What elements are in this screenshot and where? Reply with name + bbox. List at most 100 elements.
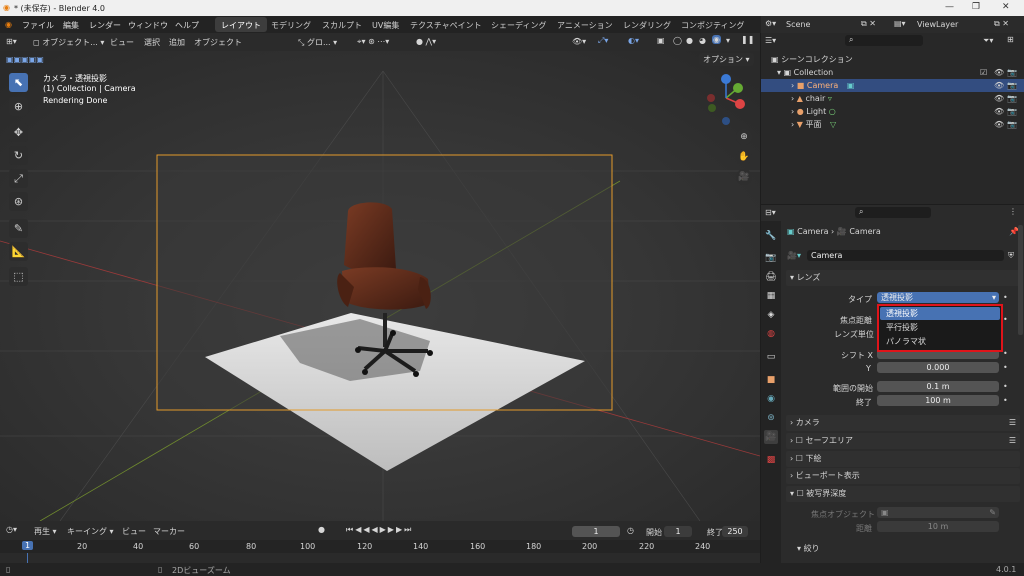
scene-name[interactable]: Scene [786, 20, 810, 29]
expand-arrow-icon[interactable]: › [761, 120, 794, 129]
transform-orientation[interactable]: ⤡ グロ... ▾ [298, 37, 337, 48]
outliner-collection[interactable]: ▾ ▣ Collection ☑ 👁 📷 [761, 66, 1024, 79]
shading-options-icon[interactable]: ▾ [726, 36, 730, 45]
current-frame-field[interactable]: 1 [572, 526, 620, 537]
select-mode-buttons[interactable]: ▣▣▣▣▣ [6, 55, 46, 67]
outliner-item-camera[interactable]: › ■ Camera ▣ 👁 📷 [761, 79, 1024, 92]
viewlayer-name[interactable]: ViewLayer [917, 20, 958, 29]
menu-view[interactable]: ビュー [110, 37, 134, 48]
menu-file[interactable]: ファイル [22, 20, 54, 31]
outliner-scene-collection[interactable]: ▣ シーンコレクション [761, 53, 1024, 66]
keyframe-dot-icon[interactable]: • [1003, 293, 1008, 302]
select-mode-icon[interactable]: ▣▣▣▣▣ [6, 55, 44, 64]
outliner-item-plane[interactable]: › ▼ 平面 ▽ 👁 📷 [761, 118, 1024, 131]
tab-uv-editing[interactable]: UV編集 [366, 17, 405, 32]
tab-texture-paint[interactable]: テクスチャペイント [404, 17, 488, 32]
expand-arrow-icon[interactable]: › [761, 107, 794, 116]
collection-tab-icon[interactable]: ▭ [764, 350, 778, 364]
menu-keying[interactable]: キーイング ▾ [67, 526, 114, 537]
menu-render[interactable]: レンダー [89, 20, 121, 31]
distance-field[interactable]: 10 m [877, 521, 999, 532]
scene-tab-icon[interactable]: ◈ [764, 308, 778, 322]
visibility-eye-icon[interactable]: 👁 [994, 105, 1004, 118]
pan-hand-icon[interactable]: ✋ [736, 149, 752, 165]
viewport-display-section-header[interactable]: › ビューポート表示 [786, 468, 1020, 484]
menu-window[interactable]: ウィンドウ [128, 20, 168, 31]
expand-arrow-icon[interactable]: › [761, 94, 794, 103]
tool-tab-icon[interactable]: 🔧 [764, 229, 778, 243]
tab-compositing[interactable]: コンポジティング [675, 17, 751, 32]
tab-shading[interactable]: シェーディング [485, 17, 552, 32]
render-camera-icon[interactable]: 📷 [1007, 66, 1017, 79]
menu-help[interactable]: ヘルプ [175, 20, 199, 31]
tab-rendering[interactable]: レンダリング [617, 17, 677, 32]
visibility-eye-icon[interactable]: 👁 [994, 66, 1004, 79]
outliner-item-chair[interactable]: › ▲ chair ▿ 👁 📷 [761, 92, 1024, 105]
new-collection-icon[interactable]: ⊞ [1007, 35, 1014, 44]
options-button[interactable]: オプション ▾ [699, 53, 754, 66]
physics-tab-icon[interactable]: ◉ [764, 392, 778, 406]
tool-move-icon[interactable]: ✥ [9, 123, 28, 142]
3d-viewport[interactable]: カメラ・透視投影 (1) Collection | Camera Renderi… [0, 51, 760, 521]
mode-selector[interactable]: ◻ オブジェクト... ▾ [33, 37, 104, 48]
properties-search-input[interactable]: ⌕ [855, 207, 931, 218]
output-tab-icon[interactable]: 🖨 [764, 270, 778, 284]
playhead-line[interactable] [27, 553, 28, 563]
viewlayer-icon[interactable]: ▤▾ [894, 19, 906, 28]
editor-type-icon[interactable]: ⊞▾ [6, 37, 17, 46]
outliner-editor-icon[interactable]: ☰▾ [765, 36, 776, 45]
menu-select[interactable]: 選択 [144, 37, 160, 48]
visibility-eye-icon[interactable]: 👁 [994, 92, 1004, 105]
properties-options-icon[interactable]: ⋮ [1009, 207, 1017, 216]
toggle-sidebar-icon[interactable]: ❚❚ [741, 35, 754, 44]
camera-view-icon[interactable]: 🎥 [736, 169, 752, 185]
tool-rotate-icon[interactable]: ↻ [9, 146, 28, 165]
view-layer-tab-icon[interactable]: ▦ [764, 289, 778, 303]
keyframe-dot-icon[interactable]: • [1003, 396, 1008, 405]
outliner-search-input[interactable]: ⌕ [845, 35, 923, 46]
checkbox-icon[interactable]: ☐ [796, 454, 803, 463]
record-icon[interactable]: ● [318, 525, 325, 534]
tab-layout[interactable]: レイアウト [215, 17, 267, 32]
tool-select-icon[interactable]: ⬉ [9, 73, 28, 92]
fake-user-shield-icon[interactable]: ⛨ [1008, 251, 1014, 261]
filter-icon[interactable]: ⏷▾ [983, 36, 993, 46]
menu-object[interactable]: オブジェクト [194, 37, 242, 48]
camera-data-tab-icon[interactable]: 🎥 [764, 430, 778, 444]
zoom-icon[interactable]: ⊕ [736, 129, 752, 145]
frame-tick-current[interactable]: 1 [22, 541, 34, 550]
checkbox-icon[interactable]: ☐ [797, 489, 804, 498]
constraints-tab-icon[interactable]: ⊛ [764, 411, 778, 425]
clip-end-field[interactable]: 100 m [877, 395, 999, 406]
render-camera-icon[interactable]: 📷 [1007, 79, 1017, 92]
visibility-eye-icon[interactable]: 👁 [994, 79, 1004, 92]
visibility-eye-icon[interactable]: 👁 [994, 118, 1004, 131]
tool-scale-icon[interactable]: ⤢ [9, 169, 28, 188]
checkbox-icon[interactable]: ☑ [980, 66, 987, 79]
camera-datablock-icon[interactable]: 🎥▾ [787, 251, 801, 260]
expand-arrow-icon[interactable]: ▾ [761, 68, 781, 77]
eyedropper-icon[interactable]: ✎ [989, 507, 996, 518]
checkbox-icon[interactable]: ☐ [796, 436, 803, 445]
frame-ruler[interactable]: 1 20 40 60 80 100 120 140 160 180 200 22… [0, 540, 760, 553]
playback-controls-icon[interactable]: ⏮◀◀◀▶▶▶⏭ [346, 525, 413, 535]
object-tab-icon[interactable]: ■ [764, 373, 778, 387]
shift-y-field[interactable]: 0.000 [877, 362, 999, 373]
menu-playback[interactable]: 再生 ▾ [34, 526, 57, 537]
expand-arrow-icon[interactable]: › [761, 81, 794, 90]
keyframe-dot-icon[interactable]: • [1003, 349, 1008, 358]
shading-solid-icon[interactable]: ● [686, 36, 693, 45]
shading-wireframe-icon[interactable]: ◯ [673, 36, 682, 45]
aperture-section-header[interactable]: ▾ 絞り [797, 543, 820, 554]
tool-add-cube-icon[interactable]: ⬚ [9, 267, 28, 286]
scene-icon[interactable]: ⚙▾ [765, 19, 776, 28]
tool-transform-icon[interactable]: ⊛ [9, 192, 28, 211]
menu-add[interactable]: 追加 [169, 37, 185, 48]
properties-scrollbar[interactable] [1018, 225, 1023, 335]
shading-rendered-icon[interactable]: ◉ [712, 35, 721, 44]
overlay-icon[interactable]: ◐▾ [628, 36, 639, 45]
world-tab-icon[interactable]: ◍ [764, 327, 778, 341]
tab-animation[interactable]: アニメーション [551, 17, 619, 32]
viewlayer-copy-icon[interactable]: ⧉ ✕ [994, 19, 1009, 29]
shading-material-icon[interactable]: ◕ [699, 36, 706, 45]
